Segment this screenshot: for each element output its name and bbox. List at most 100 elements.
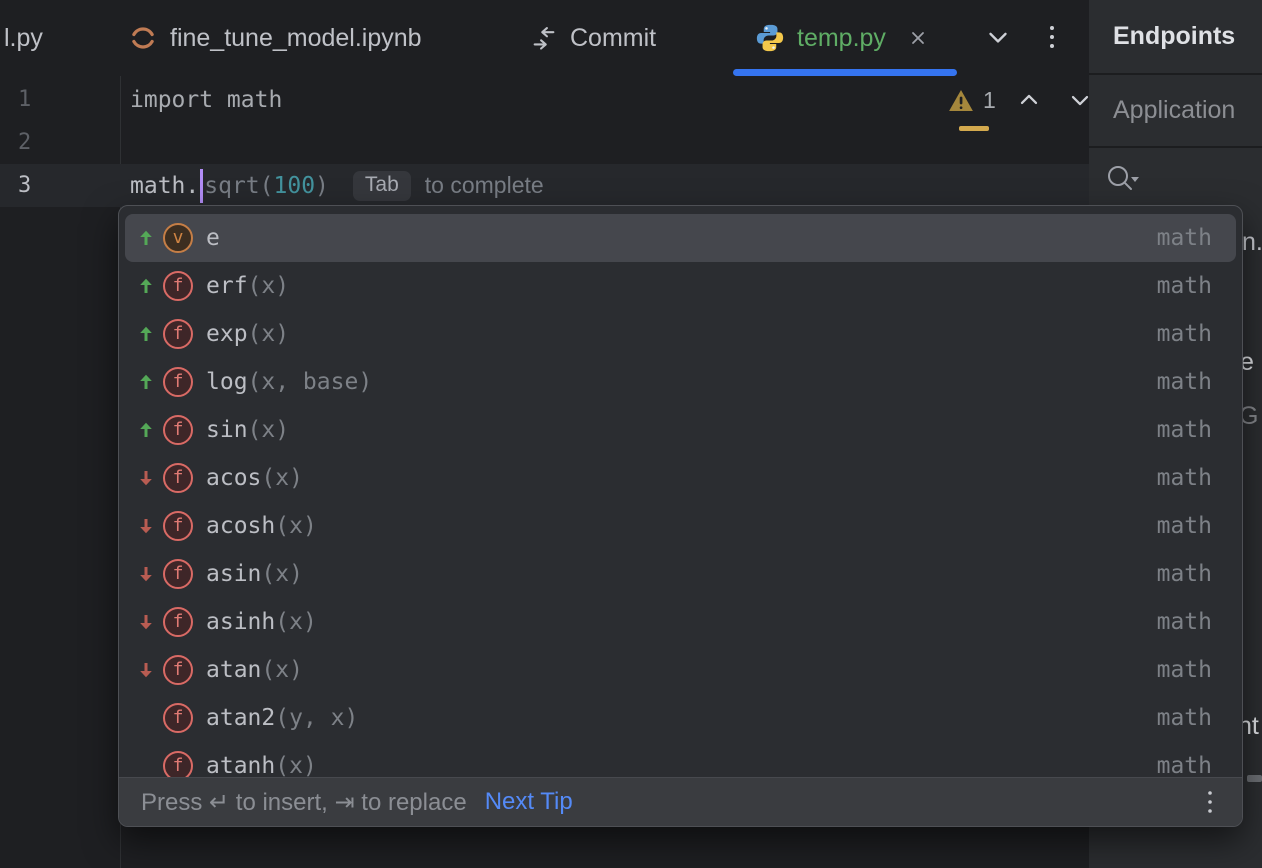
completion-item-origin-module: math bbox=[1157, 417, 1212, 443]
completion-item-exp[interactable]: fexp(x)math bbox=[119, 310, 1242, 358]
function-kind-icon: f bbox=[163, 655, 193, 685]
completion-item-name: log bbox=[206, 369, 248, 395]
completion-item-acos[interactable]: facos(x) math bbox=[119, 454, 1242, 502]
completion-item-origin-module: math bbox=[1157, 273, 1212, 299]
completion-item-e[interactable]: ve math bbox=[125, 214, 1236, 262]
function-kind-icon: f bbox=[163, 271, 193, 301]
completion-item-params: (x) bbox=[275, 753, 317, 778]
relevance-down-arrow-icon bbox=[135, 468, 157, 488]
next-problem-chevron-down-icon[interactable] bbox=[1066, 86, 1094, 114]
inspections-widget[interactable]: 1 bbox=[948, 86, 1094, 114]
line-number: 2 bbox=[0, 130, 120, 155]
endpoints-module-application[interactable]: Application bbox=[1089, 75, 1262, 148]
footer-kebab-icon[interactable] bbox=[1200, 786, 1220, 818]
warning-stripe-mark bbox=[959, 126, 989, 131]
next-tip-link[interactable]: Next Tip bbox=[485, 788, 573, 816]
close-tab-icon[interactable] bbox=[908, 28, 928, 48]
inline-completion-ghost: ) bbox=[315, 173, 329, 199]
previous-problem-chevron-up-icon[interactable] bbox=[1015, 86, 1043, 114]
ide-window: l.py fine_tune_model.ipynb Commit bbox=[0, 0, 1262, 868]
completion-item-atan[interactable]: fatan(x) math bbox=[119, 646, 1242, 694]
completion-item-acosh[interactable]: facosh(x) math bbox=[119, 502, 1242, 550]
completion-item-origin-module: math bbox=[1157, 369, 1212, 395]
completion-item-origin-module: math bbox=[1157, 513, 1212, 539]
completion-item-origin-module: math bbox=[1157, 657, 1212, 683]
function-kind-icon: f bbox=[163, 559, 193, 589]
completion-item-log[interactable]: flog(x, base) math bbox=[119, 358, 1242, 406]
warning-icon bbox=[948, 89, 974, 112]
more-options-kebab-icon[interactable] bbox=[1040, 20, 1064, 59]
tab-key-badge: Tab bbox=[353, 171, 411, 201]
editor-line-2[interactable]: 2 bbox=[0, 121, 1089, 164]
completion-item-params: (x) bbox=[261, 465, 303, 491]
typed-code: math. bbox=[130, 173, 199, 199]
code-text: import math bbox=[120, 87, 282, 113]
tab-commit[interactable]: Commit bbox=[530, 0, 656, 76]
completion-item-atanh[interactable]: fatanh(x) math bbox=[119, 742, 1242, 778]
python-icon bbox=[755, 23, 785, 53]
text-cursor bbox=[200, 169, 203, 203]
tab-temp-py-label: temp.py bbox=[797, 24, 886, 53]
loading-spinner-icon bbox=[128, 23, 158, 53]
completion-item-origin-module: math bbox=[1157, 705, 1212, 731]
footer-hint-text: Press ↵ to insert, ⇥ to replace bbox=[141, 788, 467, 817]
inline-completion-ghost-number: 100 bbox=[274, 173, 316, 199]
completion-item-name: sin bbox=[206, 417, 248, 443]
function-kind-icon: f bbox=[163, 511, 193, 541]
function-kind-icon: f bbox=[163, 319, 193, 349]
completion-hint-text: to complete bbox=[425, 172, 544, 199]
completion-item-name: asinh bbox=[206, 609, 275, 635]
completion-item-atan2[interactable]: fatan2(y, x)math bbox=[119, 694, 1242, 742]
tab-commit-label: Commit bbox=[570, 24, 656, 53]
search-icon[interactable] bbox=[1103, 160, 1145, 205]
function-kind-icon: f bbox=[163, 751, 193, 778]
completion-item-params: (x) bbox=[275, 609, 317, 635]
chevron-down-icon[interactable] bbox=[983, 22, 1013, 57]
completion-item-name: exp bbox=[206, 321, 248, 347]
completion-item-erf[interactable]: ferf(x)math bbox=[119, 262, 1242, 310]
completion-item-name: e bbox=[206, 225, 220, 251]
function-kind-icon: f bbox=[163, 367, 193, 397]
relevance-down-arrow-icon bbox=[135, 612, 157, 632]
completion-item-params: (x, base) bbox=[248, 369, 373, 395]
active-tab-indicator bbox=[733, 69, 957, 76]
completion-item-params: (x) bbox=[261, 561, 303, 587]
editor-line-3-current[interactable]: 3 math.sqrt(100) Tab to complete bbox=[0, 164, 1089, 207]
tab-partial-label: l.py bbox=[4, 24, 43, 53]
relevance-down-arrow-icon bbox=[135, 516, 157, 536]
relevance-up-arrow-icon bbox=[135, 324, 157, 344]
function-kind-icon: f bbox=[163, 415, 193, 445]
completion-item-name: atanh bbox=[206, 753, 275, 778]
completion-item-name: acos bbox=[206, 465, 261, 491]
completion-item-origin-module: math bbox=[1157, 465, 1212, 491]
warning-count: 1 bbox=[983, 87, 996, 114]
completion-item-origin-module: math bbox=[1157, 753, 1212, 778]
completion-item-asinh[interactable]: fasinh(x) math bbox=[119, 598, 1242, 646]
completion-item-params: (x) bbox=[261, 657, 303, 683]
line-number: 1 bbox=[0, 87, 120, 112]
function-kind-icon: f bbox=[163, 607, 193, 637]
relevance-up-arrow-icon bbox=[135, 228, 157, 248]
tab-fine-tune-model[interactable]: fine_tune_model.ipynb bbox=[128, 0, 422, 76]
tab-fine-tune-model-label: fine_tune_model.ipynb bbox=[170, 24, 422, 53]
completion-item-sin[interactable]: fsin(x)math bbox=[119, 406, 1242, 454]
function-kind-icon: f bbox=[163, 463, 193, 493]
completion-item-params: (x) bbox=[275, 513, 317, 539]
completion-item-name: acosh bbox=[206, 513, 275, 539]
completion-item-name: atan bbox=[206, 657, 261, 683]
panel-text-fragment: n.a bbox=[1242, 228, 1262, 257]
variable-kind-icon: v bbox=[163, 223, 193, 253]
endpoints-panel-title: Endpoints bbox=[1089, 0, 1262, 75]
completion-popup: vemathferf(x)mathfexp(x)mathflog(x, base… bbox=[118, 205, 1243, 827]
completion-item-origin-module: math bbox=[1157, 225, 1212, 251]
tab-temp-py[interactable]: temp.py bbox=[755, 0, 928, 76]
completion-item-origin-module: math bbox=[1157, 609, 1212, 635]
completion-item-params: (y, x) bbox=[275, 705, 358, 731]
completion-item-asin[interactable]: fasin(x)math bbox=[119, 550, 1242, 598]
relevance-up-arrow-icon bbox=[135, 276, 157, 296]
completion-item-name: asin bbox=[206, 561, 261, 587]
editor-line-1[interactable]: 1 import math bbox=[0, 78, 1089, 121]
tab-partial[interactable]: l.py bbox=[4, 0, 43, 76]
completion-item-origin-module: math bbox=[1157, 321, 1212, 347]
line-number: 3 bbox=[0, 173, 120, 198]
